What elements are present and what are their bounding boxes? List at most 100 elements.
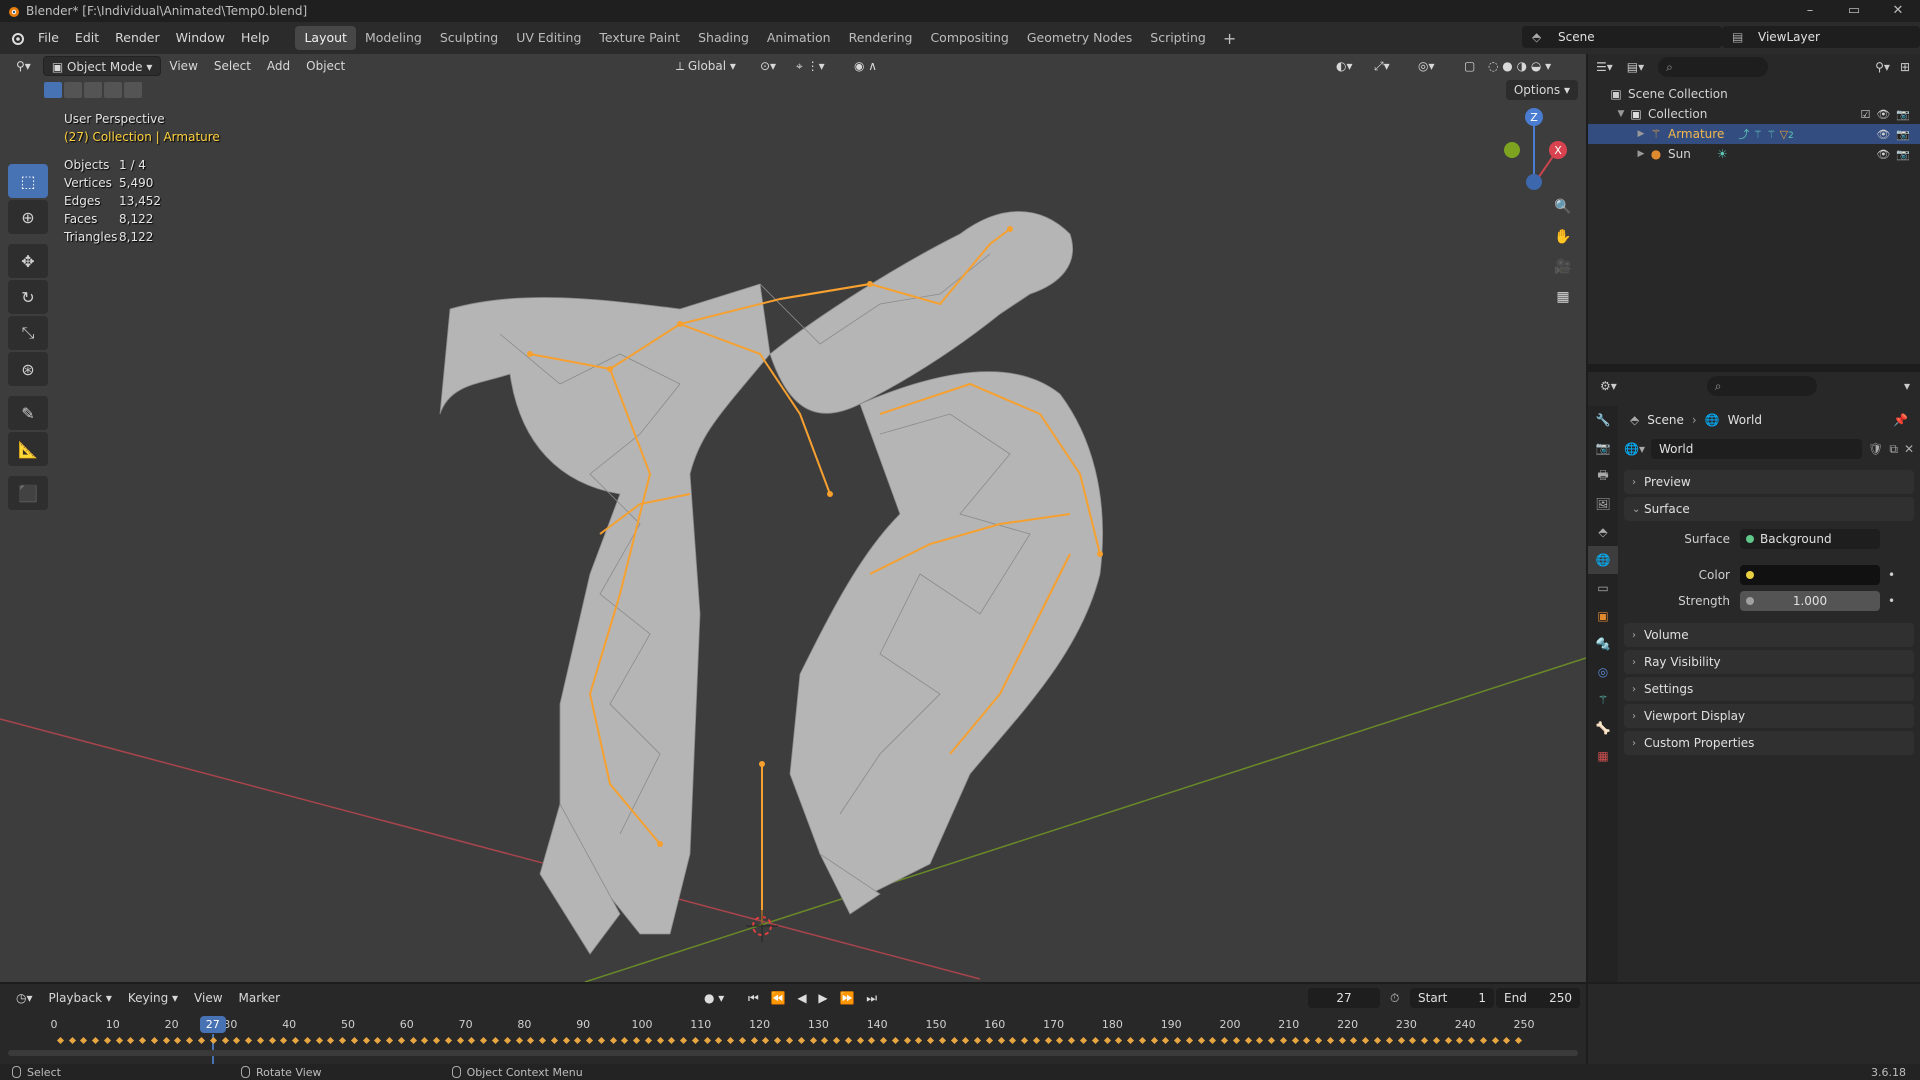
keyframe-marker[interactable] xyxy=(574,1036,582,1045)
keyframe-marker[interactable] xyxy=(1385,1036,1393,1045)
world-browse-icon[interactable]: 🌐▾ xyxy=(1624,442,1645,456)
keyframe-marker[interactable] xyxy=(186,1036,194,1045)
keyframe-marker[interactable] xyxy=(174,1036,182,1045)
zoom-icon[interactable]: 🔍 xyxy=(1550,194,1576,220)
cursor-tool-icon[interactable]: ⊕ xyxy=(8,200,48,234)
tab-layout[interactable]: Layout xyxy=(295,26,356,50)
surface-shader-field[interactable]: Background xyxy=(1740,529,1880,549)
end-frame-field[interactable]: End 250 xyxy=(1496,988,1580,1008)
camera-icon[interactable]: 📷 xyxy=(1896,148,1910,161)
keyframe-marker[interactable] xyxy=(868,1036,876,1045)
3d-viewport[interactable]: Z X ⚲▾ ▣ Object Mode ▾ View Select Add O… xyxy=(0,54,1586,982)
world-tab-icon[interactable]: 🌐 xyxy=(1588,546,1618,574)
menu-keying[interactable]: Keying ▾ xyxy=(120,988,186,1008)
move-tool-icon[interactable]: ✥ xyxy=(8,244,48,278)
keyframe-marker[interactable] xyxy=(162,1036,170,1045)
measure-tool-icon[interactable]: 📐 xyxy=(8,432,48,466)
properties-editor-icon[interactable]: ⚙▾ xyxy=(1600,379,1617,393)
outliner-search-input[interactable]: ⌕ xyxy=(1658,57,1769,77)
keyframe-marker[interactable] xyxy=(1021,1036,1029,1045)
keyframe-marker[interactable] xyxy=(268,1036,276,1045)
tab-animation[interactable]: Animation xyxy=(758,26,840,50)
select-box-tool-icon[interactable]: ⬚ xyxy=(8,164,48,198)
fake-user-icon[interactable]: 🛡 xyxy=(1868,442,1883,456)
tool-tab-icon[interactable]: 🔧 xyxy=(1588,406,1618,434)
keyframe-marker[interactable] xyxy=(1115,1036,1123,1045)
keyframe-marker[interactable] xyxy=(409,1036,417,1045)
add-cube-tool-icon[interactable]: ⬛ xyxy=(8,476,48,510)
keyframe-marker[interactable] xyxy=(1232,1036,1240,1045)
keyframe-marker[interactable] xyxy=(785,1036,794,1045)
view-layer-selector[interactable]: ▤ ViewLayer xyxy=(1722,26,1920,48)
keyframe-marker[interactable] xyxy=(339,1036,347,1045)
annotate-tool-icon[interactable]: ✎ xyxy=(8,396,48,430)
keyframe-marker[interactable] xyxy=(1103,1036,1111,1045)
outliner-scene-collection[interactable]: ▣ Scene Collection xyxy=(1588,84,1920,104)
menu-view[interactable]: View xyxy=(161,56,205,76)
menu-select[interactable]: Select xyxy=(206,56,259,76)
tab-sculpting[interactable]: Sculpting xyxy=(431,26,507,50)
keyframe-marker[interactable] xyxy=(433,1036,441,1045)
keyframe-marker[interactable] xyxy=(327,1036,335,1045)
camera-icon[interactable]: 📷 xyxy=(1896,108,1910,121)
keyframe-marker[interactable] xyxy=(1315,1036,1323,1045)
panel-preview[interactable]: › Preview xyxy=(1624,470,1914,494)
unlink-icon[interactable]: ✕ xyxy=(1904,442,1914,456)
keyframe-dot-icon[interactable]: • xyxy=(1888,594,1895,608)
clock-icon[interactable]: ⏱ xyxy=(1390,991,1399,1006)
add-workspace-button[interactable]: + xyxy=(1215,29,1244,48)
select-mode-subtract-icon[interactable] xyxy=(84,82,102,98)
pin-icon[interactable]: 📌 xyxy=(1893,413,1908,427)
keyframe-marker[interactable] xyxy=(668,1036,676,1045)
keyframe-marker[interactable] xyxy=(1032,1036,1040,1045)
menu-add[interactable]: Add xyxy=(259,56,298,76)
keyframe-marker[interactable] xyxy=(68,1036,76,1045)
keyframe-marker[interactable] xyxy=(797,1036,805,1045)
start-frame-field[interactable]: Start 1 xyxy=(1410,988,1494,1008)
keyframe-strip[interactable] xyxy=(54,1036,1584,1046)
keyframe-marker[interactable] xyxy=(256,1036,264,1045)
keyframe-marker[interactable] xyxy=(1185,1036,1193,1045)
keyframe-marker[interactable] xyxy=(762,1036,770,1045)
constraints-tab-icon[interactable]: ⚚ xyxy=(1588,686,1618,714)
keyframe-marker[interactable] xyxy=(903,1036,911,1045)
menu-render[interactable]: Render xyxy=(107,22,168,54)
keyframe-marker[interactable] xyxy=(209,1036,217,1045)
outliner-item-armature[interactable]: ▶ ⚚ Armature ⤴ ⚚ ⚚ ▽2 👁 📷 xyxy=(1588,124,1920,144)
pan-hand-icon[interactable]: ✋ xyxy=(1550,224,1576,250)
keyframe-marker[interactable] xyxy=(1362,1036,1370,1045)
keyframe-marker[interactable] xyxy=(527,1036,535,1045)
shading-mode-icons[interactable]: ◌ ● ◑ ◒ ▾ xyxy=(1480,56,1559,76)
menu-playback[interactable]: Playback ▾ xyxy=(41,988,120,1008)
keyframe-marker[interactable] xyxy=(1350,1036,1358,1045)
editor-type-icon[interactable]: ⚲▾ xyxy=(8,56,39,76)
keyframe-marker[interactable] xyxy=(997,1036,1005,1045)
keyframe-marker[interactable] xyxy=(927,1036,935,1045)
keyframe-marker[interactable] xyxy=(1515,1036,1523,1045)
keyframe-marker[interactable] xyxy=(280,1036,288,1045)
visibility-icon[interactable]: ◐▾ xyxy=(1328,56,1361,76)
menu-object[interactable]: Object xyxy=(298,56,353,76)
keyframe-marker[interactable] xyxy=(103,1036,111,1045)
keyframe-marker[interactable] xyxy=(1256,1036,1264,1045)
keyframe-marker[interactable] xyxy=(1044,1036,1052,1045)
keyframe-marker[interactable] xyxy=(738,1036,746,1045)
keyframe-marker[interactable] xyxy=(303,1036,311,1045)
strength-field[interactable]: 1.000 xyxy=(1740,591,1880,611)
options-dropdown[interactable]: Options ▾ xyxy=(1505,80,1578,100)
keyframe-marker[interactable] xyxy=(197,1036,206,1045)
menu-edit[interactable]: Edit xyxy=(67,22,107,54)
keyframe-marker[interactable] xyxy=(1162,1036,1170,1045)
keyframe-marker[interactable] xyxy=(56,1036,64,1045)
keyframe-marker[interactable] xyxy=(1303,1036,1311,1045)
gizmo-toggle-icon[interactable]: ⤢▾ xyxy=(1366,56,1398,76)
keyframe-marker[interactable] xyxy=(350,1036,358,1045)
keyframe-marker[interactable] xyxy=(292,1036,300,1045)
texture-tab-icon[interactable]: ▦ xyxy=(1588,742,1618,770)
modifiers-tab-icon[interactable]: 🔩 xyxy=(1588,630,1618,658)
keyframe-marker[interactable] xyxy=(633,1036,641,1045)
keyframe-marker[interactable] xyxy=(915,1036,923,1045)
keyframe-marker[interactable] xyxy=(1209,1036,1217,1045)
filter-icon[interactable]: ⚲▾ xyxy=(1875,60,1890,74)
menu-marker[interactable]: Marker xyxy=(231,988,288,1008)
